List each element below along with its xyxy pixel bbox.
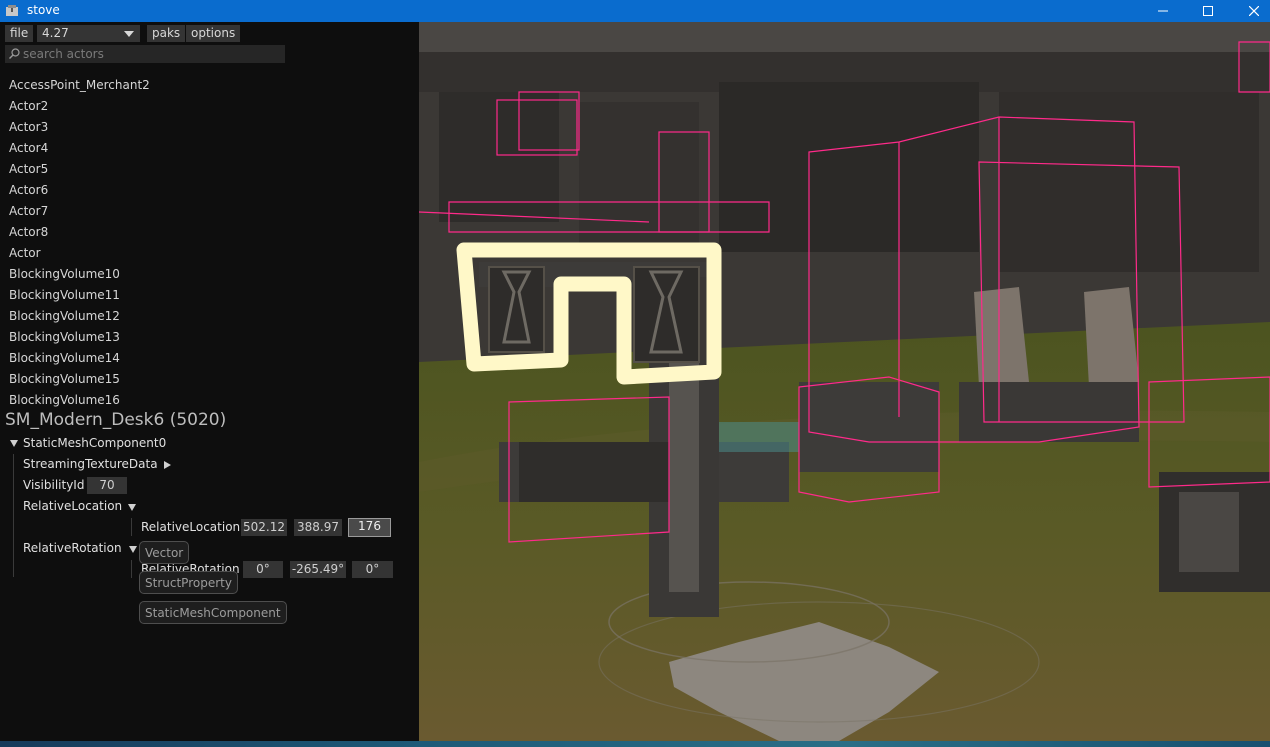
list-item[interactable]: Actor: [9, 246, 41, 260]
list-item[interactable]: BlockingVolume15: [9, 372, 120, 386]
collapse-icon[interactable]: [129, 546, 137, 553]
expand-icon[interactable]: [164, 461, 171, 469]
options-button[interactable]: options: [186, 25, 241, 42]
streaming-texture-label: StreamingTextureData: [23, 457, 158, 471]
tree-guide: [13, 454, 14, 577]
app-icon: [6, 5, 18, 16]
rotation-yaw-field[interactable]: -265.49°: [290, 561, 346, 578]
list-item[interactable]: Actor4: [9, 141, 48, 155]
rotation-roll-field[interactable]: 0°: [352, 561, 393, 578]
relative-location-label: RelativeLocation: [23, 499, 123, 513]
component-node[interactable]: StaticMeshComponent0: [23, 436, 166, 450]
list-item[interactable]: Actor3: [9, 120, 48, 134]
location-x-field[interactable]: 502.12: [241, 519, 287, 536]
list-item[interactable]: Actor7: [9, 204, 48, 218]
location-y-field[interactable]: 388.97: [294, 519, 342, 536]
tree-guide: [131, 560, 132, 578]
tooltip-owner: StaticMeshComponent: [139, 601, 287, 624]
search-icon: [9, 48, 20, 59]
collapse-icon[interactable]: [128, 504, 136, 511]
taskbar-edge: [0, 741, 1270, 747]
file-button[interactable]: file: [5, 25, 34, 42]
list-item[interactable]: AccessPoint_Merchant2: [9, 78, 150, 92]
relative-rotation-label: RelativeRotation: [23, 541, 122, 555]
list-item[interactable]: BlockingVolume11: [9, 288, 120, 302]
paks-button[interactable]: paks: [147, 25, 186, 42]
visibility-id-field[interactable]: 70: [87, 477, 127, 494]
visibility-id-label: VisibilityId: [23, 478, 85, 492]
viewport-3d[interactable]: [419, 22, 1270, 741]
close-button[interactable]: [1231, 0, 1270, 22]
list-item[interactable]: Actor5: [9, 162, 48, 176]
minimize-button[interactable]: [1140, 0, 1186, 22]
rotation-pitch-field[interactable]: 0°: [243, 561, 283, 578]
tree-guide: [131, 518, 132, 536]
title-bar: stove: [0, 0, 1270, 22]
relative-location-inner-label: RelativeLocation: [141, 520, 241, 534]
scene-render: [419, 22, 1270, 741]
left-panel: file 4.27 paks options AccessPoint_Merch…: [0, 22, 419, 747]
list-item[interactable]: Actor6: [9, 183, 48, 197]
version-select[interactable]: 4.27: [37, 25, 140, 42]
list-item[interactable]: BlockingVolume10: [9, 267, 120, 281]
close-icon: [1249, 6, 1259, 16]
search-input[interactable]: [23, 45, 278, 63]
tooltip-type: Vector: [139, 541, 190, 564]
tooltip-property: StructProperty: [139, 571, 238, 594]
location-z-field[interactable]: 176: [348, 518, 391, 537]
list-item[interactable]: BlockingVolume16: [9, 393, 120, 407]
list-item[interactable]: Actor2: [9, 99, 48, 113]
maximize-button[interactable]: [1185, 0, 1231, 22]
list-item[interactable]: BlockingVolume14: [9, 351, 120, 365]
list-item[interactable]: BlockingVolume13: [9, 330, 120, 344]
version-value: 4.27: [42, 26, 69, 40]
collapse-icon[interactable]: [10, 440, 18, 447]
chevron-down-icon: [124, 31, 134, 37]
selected-actor-title: SM_Modern_Desk6 (5020): [5, 410, 227, 430]
search-box: [5, 45, 285, 63]
maximize-icon: [1203, 6, 1213, 16]
window-title: stove: [27, 3, 60, 17]
minimize-icon: [1158, 10, 1168, 12]
list-item[interactable]: Actor8: [9, 225, 48, 239]
list-item[interactable]: BlockingVolume12: [9, 309, 120, 323]
